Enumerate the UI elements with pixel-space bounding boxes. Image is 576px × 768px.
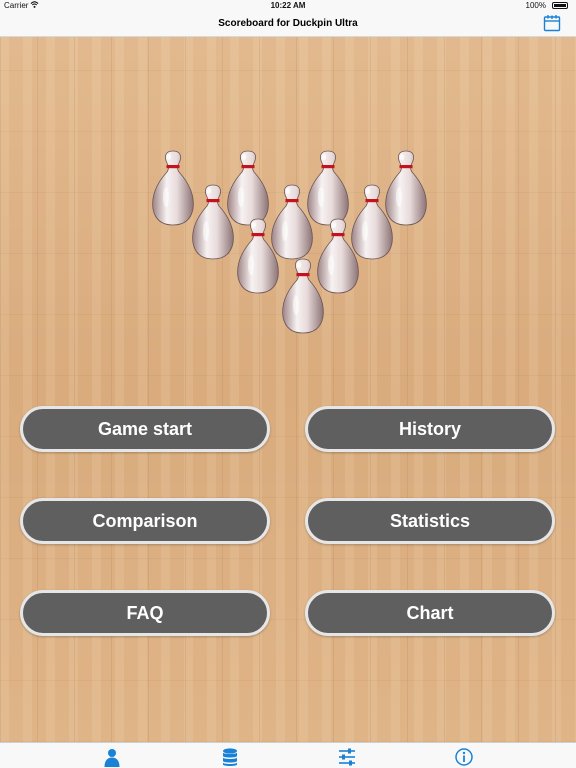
app-window: Carrier 10:22 AM 100% Scoreboard for Duc… (0, 0, 576, 768)
wood-floor-background: Game start History Comparison Statistics… (0, 37, 576, 742)
comparison-button[interactable]: Comparison (20, 498, 270, 544)
history-button[interactable]: History (305, 406, 555, 452)
person-icon[interactable] (102, 747, 122, 767)
faq-button[interactable]: FAQ (20, 590, 270, 636)
battery-icon (552, 2, 568, 9)
status-bar: Carrier 10:22 AM 100% (0, 0, 576, 12)
clock-time: 10:22 AM (270, 1, 306, 10)
database-icon[interactable] (220, 747, 240, 767)
duckpins-icon (152, 150, 427, 334)
sliders-icon[interactable] (337, 747, 357, 767)
battery-percent: 100% (525, 1, 546, 10)
calendar-icon[interactable] (543, 14, 561, 32)
info-icon[interactable] (454, 747, 474, 767)
page-title: Scoreboard for Duckpin Ultra (218, 18, 358, 29)
statistics-button[interactable]: Statistics (305, 498, 555, 544)
navigation-bar: Scoreboard for Duckpin Ultra (0, 12, 576, 37)
game-start-button[interactable]: Game start (20, 406, 270, 452)
chart-button[interactable]: Chart (305, 590, 555, 636)
tab-bar (0, 742, 576, 768)
